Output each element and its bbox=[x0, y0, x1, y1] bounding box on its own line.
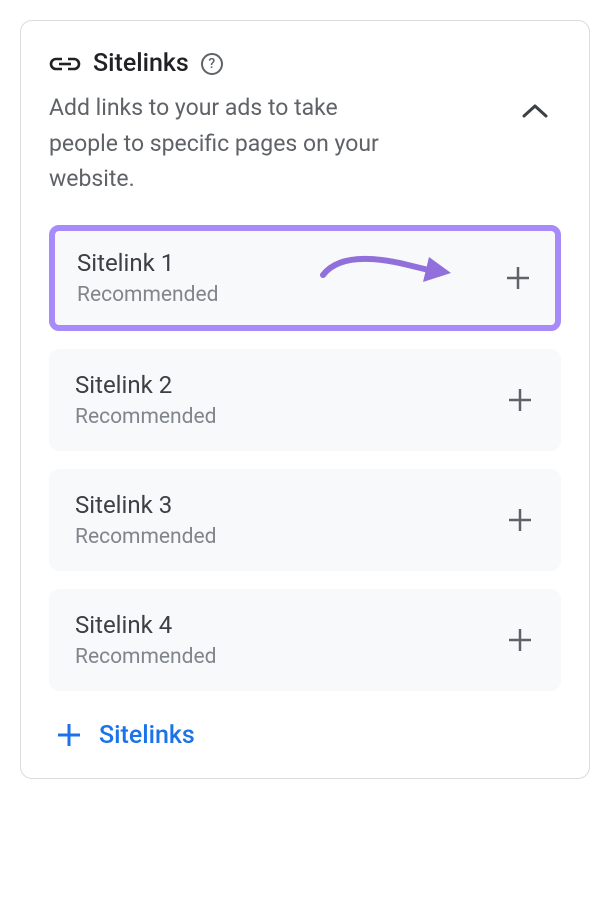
sitelink-items: Sitelink 1 Recommended Sitelink 2 Recomm… bbox=[49, 225, 561, 691]
item-title: Sitelink 1 bbox=[77, 249, 218, 277]
card-description: Add links to your ads to take people to … bbox=[49, 90, 389, 197]
card-title: Sitelinks bbox=[93, 49, 189, 78]
item-title: Sitelink 4 bbox=[75, 611, 216, 639]
item-title: Sitelink 2 bbox=[75, 371, 216, 399]
sitelink-item-1[interactable]: Sitelink 1 Recommended bbox=[49, 225, 561, 331]
help-icon[interactable]: ? bbox=[201, 53, 223, 75]
item-text: Sitelink 4 Recommended bbox=[75, 611, 216, 669]
item-subtitle: Recommended bbox=[75, 525, 216, 549]
sitelink-item-2[interactable]: Sitelink 2 Recommended bbox=[49, 349, 561, 451]
chevron-up-icon[interactable] bbox=[517, 93, 553, 129]
annotation-arrow bbox=[313, 247, 463, 297]
sitelinks-card: Sitelinks ? Add links to your ads to tak… bbox=[20, 20, 590, 779]
item-subtitle: Recommended bbox=[75, 645, 216, 669]
plus-icon[interactable] bbox=[503, 263, 533, 293]
title-row: Sitelinks ? bbox=[49, 49, 505, 78]
add-label: Sitelinks bbox=[99, 721, 195, 750]
add-sitelinks-button[interactable]: Sitelinks bbox=[49, 721, 561, 750]
card-header: Sitelinks ? Add links to your ads to tak… bbox=[49, 49, 561, 197]
item-title: Sitelink 3 bbox=[75, 491, 216, 519]
plus-icon bbox=[55, 721, 83, 749]
plus-icon[interactable] bbox=[505, 385, 535, 415]
item-text: Sitelink 2 Recommended bbox=[75, 371, 216, 429]
item-subtitle: Recommended bbox=[77, 283, 218, 307]
header-left: Sitelinks ? Add links to your ads to tak… bbox=[49, 49, 505, 197]
sitelink-item-3[interactable]: Sitelink 3 Recommended bbox=[49, 469, 561, 571]
plus-icon[interactable] bbox=[505, 505, 535, 535]
item-subtitle: Recommended bbox=[75, 405, 216, 429]
item-text: Sitelink 1 Recommended bbox=[77, 249, 218, 307]
item-text: Sitelink 3 Recommended bbox=[75, 491, 216, 549]
sitelink-item-4[interactable]: Sitelink 4 Recommended bbox=[49, 589, 561, 691]
plus-icon[interactable] bbox=[505, 625, 535, 655]
link-icon bbox=[49, 54, 81, 74]
